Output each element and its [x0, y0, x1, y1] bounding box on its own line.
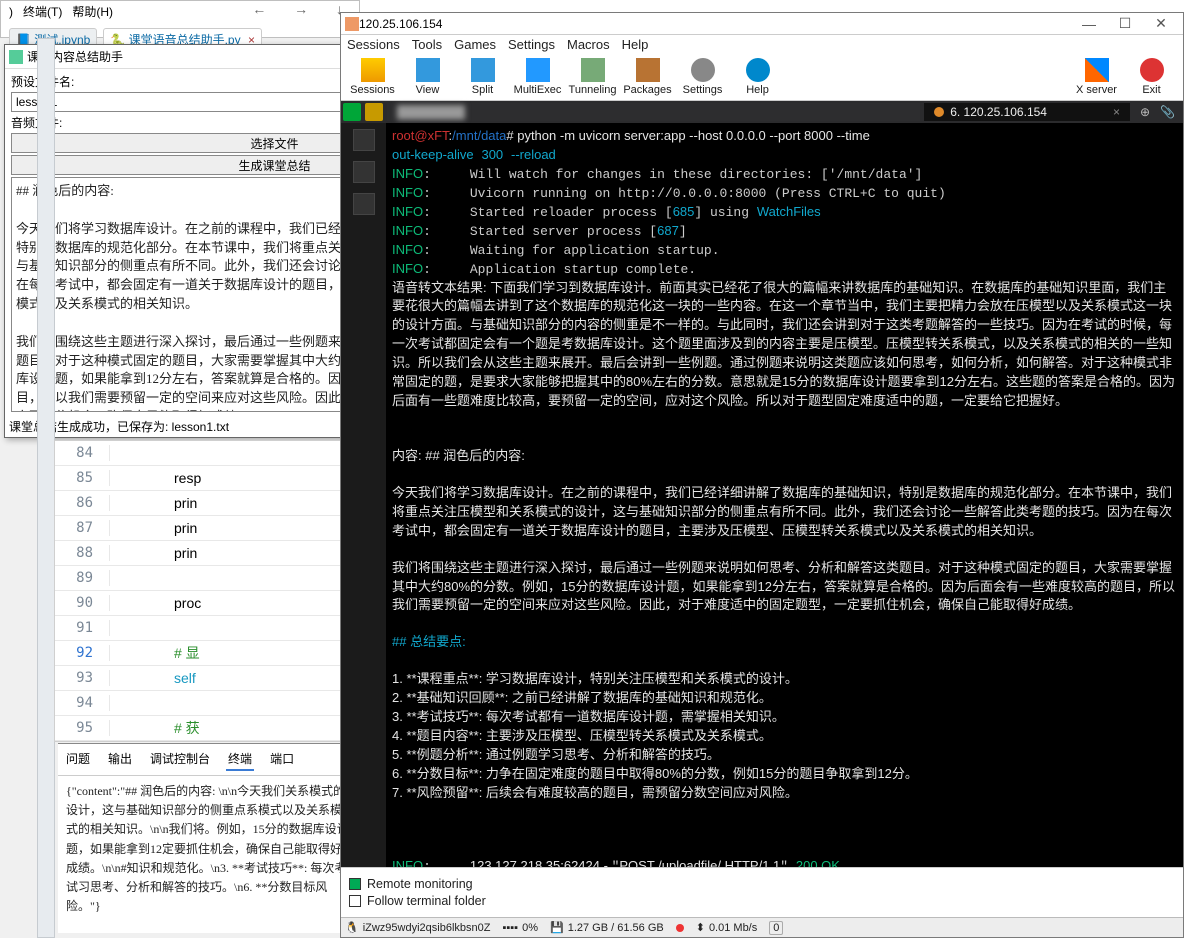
menu-item-help[interactable]: 帮助(H)	[72, 5, 113, 19]
sidebar-icon[interactable]	[353, 193, 375, 215]
status-cpu: ▪▪▪▪ 0%	[502, 922, 538, 934]
status-speed: ⬍ 0.01 Mb/s	[696, 921, 758, 934]
toolbar-settings[interactable]: Settings	[675, 58, 730, 96]
toolbar-help[interactable]: Help	[730, 58, 785, 96]
moba-icon	[345, 17, 359, 31]
terminal[interactable]: root@xFT:/mnt/data# python -m uvicorn se…	[386, 123, 1183, 867]
console-output[interactable]: {"content":"## 润色后的内容: \n\n今天我们关系模式的设计，这…	[58, 776, 358, 922]
code-line[interactable]: 94	[55, 691, 353, 716]
bolt-icon	[934, 107, 944, 117]
toolbar-x-server[interactable]: X server	[1069, 58, 1124, 96]
session-tab-active[interactable]: 6. 120.25.106.154×	[924, 103, 1130, 121]
moba-menu-item[interactable]: Games	[454, 37, 496, 52]
toolbar-exit[interactable]: Exit	[1124, 58, 1179, 96]
x server-icon	[1085, 58, 1109, 82]
editor-top-strip: ) 终端(T) 帮助(H) ← → ↓ 📘 测试.ipynb 🐍 课堂语音总结助…	[0, 0, 360, 38]
sidebar-icon[interactable]	[353, 161, 375, 183]
toolbar-tunneling[interactable]: Tunneling	[565, 58, 620, 96]
packages-icon	[636, 58, 660, 82]
code-line[interactable]: 87prin	[55, 516, 353, 541]
code-editor[interactable]: 8485resp86prin87prin88prin8990proc9192# …	[54, 440, 354, 742]
moba-menu-item[interactable]: Tools	[412, 37, 442, 52]
remote-monitoring-checkbox[interactable]	[349, 878, 361, 890]
follow-folder-checkbox[interactable]	[349, 895, 361, 907]
add-session-button[interactable]: ⊕	[1134, 105, 1156, 119]
toolbar-split[interactable]: Split	[455, 58, 510, 96]
moba-maximize[interactable]: ☐	[1107, 15, 1143, 32]
tunneling-icon	[581, 58, 605, 82]
toolbar-sessions[interactable]: Sessions	[345, 58, 400, 96]
status-disk: 💾 1.27 GB / 61.56 GB	[550, 921, 664, 934]
code-line[interactable]: 85resp	[55, 466, 353, 491]
session-tab-blurred[interactable]: ████████	[387, 103, 920, 121]
settings-icon	[691, 58, 715, 82]
console-tab[interactable]: 问题	[64, 748, 92, 771]
sessions-icon	[361, 58, 385, 82]
split-icon	[471, 58, 495, 82]
toolbar-multiexec[interactable]: MultiExec	[510, 58, 565, 96]
sidebar-icon[interactable]	[353, 129, 375, 151]
moba-menu-item[interactable]: Sessions	[347, 37, 400, 52]
editor-left-ruler	[37, 38, 55, 938]
code-line[interactable]: 93self	[55, 666, 353, 691]
moba-close[interactable]: ✕	[1143, 15, 1179, 32]
code-line[interactable]: 95# 获	[55, 716, 353, 741]
code-line[interactable]: 92# 显	[55, 641, 353, 666]
moba-statusbar: 🐧 iZwz95wdyi2qsib6lkbsn0Z ▪▪▪▪ 0% 💾 1.27…	[341, 917, 1183, 937]
code-line[interactable]: 91	[55, 616, 353, 641]
code-line[interactable]: 84	[55, 441, 353, 466]
moba-menu-item[interactable]: Macros	[567, 37, 610, 52]
moba-session-tabs: ████████ 6. 120.25.106.154× ⊕ 📎	[341, 101, 1183, 123]
moba-menu-item[interactable]: Settings	[508, 37, 555, 52]
follow-folder-label: Follow terminal folder	[367, 894, 486, 908]
moba-menu-item[interactable]: Help	[622, 37, 649, 52]
exit-icon	[1140, 58, 1164, 82]
console-tab[interactable]: 输出	[106, 748, 134, 771]
console-panel: 问题输出调试控制台终端端口 {"content":"## 润色后的内容: \n\…	[58, 743, 358, 933]
app-icon	[9, 50, 23, 64]
code-line[interactable]: 90proc	[55, 591, 353, 616]
code-line[interactable]: 86prin	[55, 491, 353, 516]
console-tab[interactable]: 调试控制台	[148, 748, 212, 771]
code-line[interactable]: 88prin	[55, 541, 353, 566]
moba-minimize[interactable]: —	[1071, 16, 1107, 32]
remote-monitoring-label: Remote monitoring	[367, 877, 473, 891]
moba-toolbar: SessionsViewSplitMultiExecTunnelingPacka…	[341, 54, 1183, 101]
menu-item[interactable]: )	[9, 5, 13, 19]
moba-sidebar	[341, 123, 386, 867]
home-session-icon[interactable]	[343, 103, 361, 121]
help-icon	[746, 58, 770, 82]
session-icon[interactable]	[365, 103, 383, 121]
status-host: iZwz95wdyi2qsib6lkbsn0Z	[363, 922, 491, 934]
console-tab[interactable]: 终端	[226, 748, 254, 771]
mobaxterm-window: 120.25.106.154 — ☐ ✕ SessionsToolsGamesS…	[340, 12, 1184, 938]
moba-bottom-options: Remote monitoring Follow terminal folder	[341, 867, 1183, 917]
toolbar-packages[interactable]: Packages	[620, 58, 675, 96]
status-dot-icon	[676, 924, 684, 932]
moba-title: 120.25.106.154	[359, 17, 442, 31]
multiexec-icon	[526, 58, 550, 82]
status-clock: 0	[769, 921, 783, 935]
view-icon	[416, 58, 440, 82]
toolbar-view[interactable]: View	[400, 58, 455, 96]
console-tab[interactable]: 端口	[268, 748, 296, 771]
tab-close-icon[interactable]: ×	[1113, 105, 1120, 119]
code-line[interactable]: 89	[55, 566, 353, 591]
moba-menubar[interactable]: Sessions Tools Games Settings Macros Help	[341, 35, 1183, 54]
paperclip-icon[interactable]: 📎	[1160, 105, 1183, 119]
menu-item-terminal[interactable]: 终端(T)	[23, 5, 62, 19]
